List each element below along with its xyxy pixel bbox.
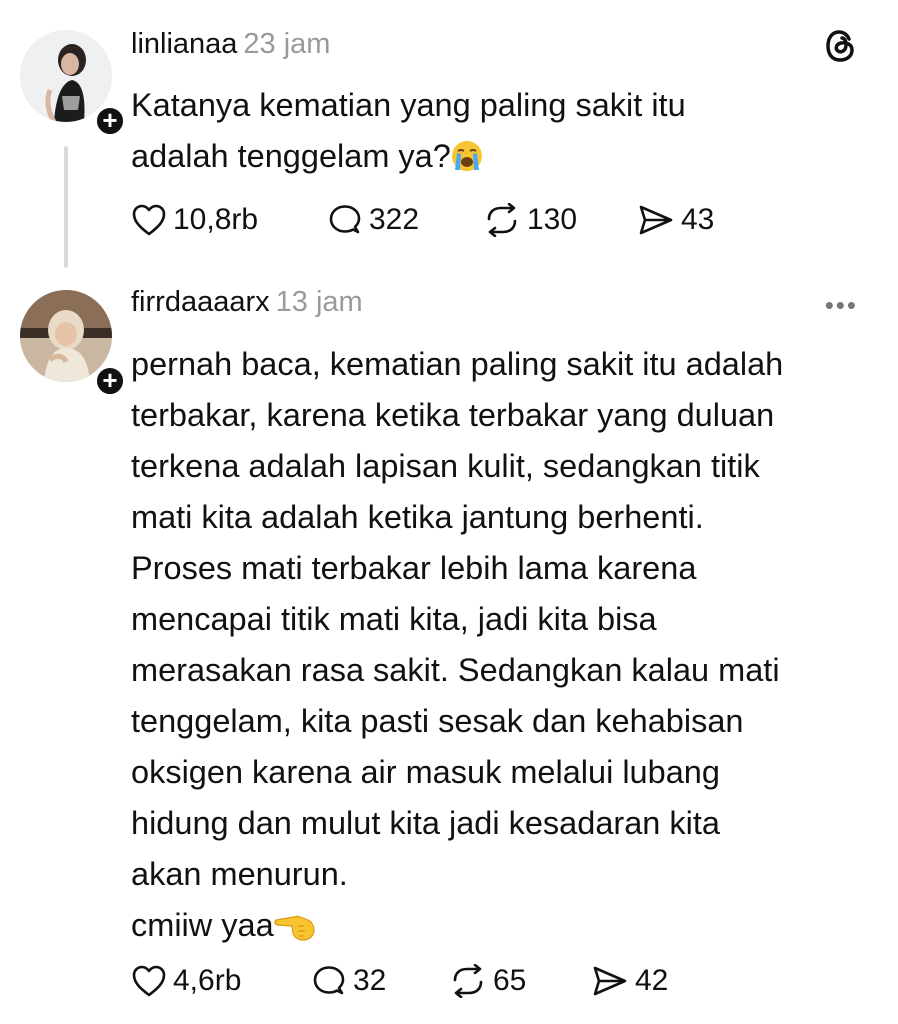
like-count: 4,6rb — [173, 964, 242, 997]
send-icon — [639, 205, 673, 235]
share-button[interactable]: 42 — [591, 961, 668, 1001]
avatar-linlianaa-wrap[interactable]: + — [20, 30, 127, 138]
repost-count: 65 — [493, 964, 527, 997]
post-text-line: mencapai titik mati kita, jadi kita bisa — [131, 601, 657, 637]
follow-plus-icon[interactable]: + — [93, 364, 127, 398]
repost-button[interactable]: 65 — [449, 961, 526, 1001]
timestamp: 23 jam — [243, 28, 331, 60]
like-button[interactable]: 4,6rb — [131, 961, 241, 1001]
send-icon — [593, 966, 627, 996]
repost-icon — [453, 964, 483, 998]
avatar-firrdaaaarx-wrap[interactable]: + — [20, 290, 127, 398]
post-text-line: Katanya kematian yang paling sakit itu — [131, 87, 686, 123]
comment-icon — [329, 205, 361, 234]
reply-count: 32 — [353, 964, 387, 997]
post-text-line: terbakar, karena ketika terbakar yang du… — [131, 397, 775, 433]
post-text-line: akan menurun. — [131, 856, 348, 892]
post-text: pernah baca, kematian paling sakit itu a… — [131, 339, 871, 951]
post-text-line: merasakan rasa sakit. Sedangkan kalau ma… — [131, 652, 780, 688]
reply-count: 322 — [369, 203, 420, 236]
thread-connector-line — [64, 146, 68, 268]
heart-icon — [132, 204, 166, 236]
post-text-line-content: adalah tenggelam ya? — [131, 138, 451, 174]
post-text-line: pernah baca, kematian paling sakit itu a… — [131, 346, 784, 382]
share-button[interactable]: 43 — [637, 200, 714, 240]
post-text-line: oksigen karena air masuk melalui lubang — [131, 754, 720, 790]
post-text-line: hidung dan mulut kita jadi kesadaran kit… — [131, 805, 720, 841]
post-text-line: cmiiw yaa — [131, 900, 871, 951]
like-count: 10,8rb — [173, 203, 259, 236]
like-button[interactable]: 10,8rb — [131, 200, 258, 240]
follow-plus-icon[interactable]: + — [93, 104, 127, 138]
threads-logo-icon[interactable] — [824, 28, 858, 64]
post-header: firrdaaaarx 13 jam — [131, 286, 363, 319]
post-text-line: adalah tenggelam ya? — [131, 131, 871, 182]
timestamp: 13 jam — [275, 286, 363, 318]
repost-count: 130 — [527, 203, 578, 236]
more-options-icon[interactable]: ••• — [825, 290, 858, 321]
post-header: linlianaa 23 jam — [131, 28, 330, 61]
reply-button[interactable]: 32 — [311, 961, 386, 1001]
post-text-line-content: cmiiw yaa — [131, 907, 274, 943]
username[interactable]: linlianaa — [131, 28, 237, 60]
comment-icon — [313, 966, 345, 995]
username[interactable]: firrdaaaarx — [131, 286, 270, 318]
post-text-line: mati kita adalah ketika jantung berhenti… — [131, 499, 704, 535]
share-count: 42 — [635, 964, 669, 997]
post-linlianaa: + linlianaa 23 jam Katanya kematian yang … — [0, 0, 898, 270]
post-text-line: tenggelam, kita pasti sesak dan kehabisa… — [131, 703, 744, 739]
repost-button[interactable]: 130 — [483, 200, 577, 240]
reply-button[interactable]: 322 — [327, 200, 419, 240]
share-count: 43 — [681, 203, 715, 236]
post-text: Katanya kematian yang paling sakit itu a… — [131, 80, 871, 182]
backhand-pointing-left-icon — [274, 915, 315, 941]
loudly-crying-face-icon — [451, 141, 482, 171]
heart-icon — [132, 965, 166, 997]
repost-icon — [487, 203, 517, 237]
post-text-line: terkena adalah lapisan kulit, sedangkan … — [131, 448, 760, 484]
post-text-line: Proses mati terbakar lebih lama karena — [131, 550, 697, 586]
